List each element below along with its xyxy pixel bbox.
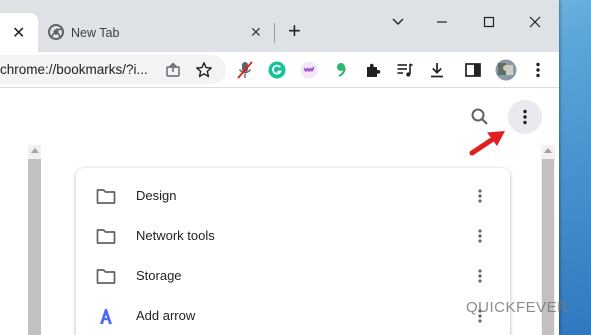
bookmark-label: Network tools [136, 228, 215, 243]
media-controls-button[interactable] [394, 59, 416, 81]
microphone-muted-icon [237, 61, 253, 79]
toolbar: chrome://bookmarks/?i... [0, 52, 559, 88]
tab-active[interactable]: ✕ [0, 13, 38, 52]
tab-search-button[interactable] [386, 10, 410, 34]
mute-extension-button[interactable] [234, 59, 256, 81]
kebab-menu-icon [536, 62, 540, 78]
star-icon [196, 62, 212, 78]
folder-icon [96, 229, 116, 244]
chevron-down-icon [392, 18, 404, 25]
download-icon [431, 63, 443, 78]
close-tab-icon[interactable]: ✕ [250, 24, 262, 41]
kebab-menu-icon [478, 269, 482, 283]
purple-extension-icon [300, 61, 318, 79]
folder-icon [96, 189, 116, 204]
bookmark-item-storage[interactable]: Storage [76, 256, 510, 296]
close-tab-icon[interactable]: ✕ [12, 23, 25, 43]
purple-extension-button[interactable] [298, 59, 320, 81]
scrollbar-thumb[interactable] [28, 159, 41, 335]
minimize-button[interactable] [430, 10, 454, 34]
profile-button[interactable] [494, 58, 518, 82]
share-icon [166, 62, 180, 77]
organize-menu-button[interactable] [508, 100, 542, 134]
browser-window: ✕ New Tab ✕ + chrome://bookmarks/?i... D… [0, 0, 559, 335]
grammarly-extension-button[interactable] [266, 59, 288, 81]
new-tab-button[interactable]: + [288, 20, 301, 42]
tab-separator [274, 23, 275, 43]
kebab-menu-icon [478, 189, 482, 203]
side-panel-icon [465, 63, 481, 77]
left-scrollbar[interactable] [28, 145, 41, 335]
playlist-music-icon [397, 63, 413, 77]
tab-title: New Tab [71, 26, 120, 40]
quote-extension-button[interactable] [330, 59, 352, 81]
scroll-up-arrow-icon[interactable] [31, 148, 39, 153]
bookmark-item-design[interactable]: Design [76, 176, 510, 216]
maximize-icon [483, 16, 495, 28]
folder-icon [96, 269, 116, 284]
avatar [495, 59, 517, 81]
tab-new-tab[interactable]: New Tab ✕ [38, 13, 274, 52]
bookmark-label: Design [136, 188, 177, 203]
item-more-button[interactable] [470, 226, 490, 246]
item-more-button[interactable] [470, 186, 490, 206]
minimize-icon [437, 21, 447, 23]
scroll-up-arrow-icon[interactable] [544, 148, 552, 153]
bookmark-list: Design Network tools Storage Add arrow [76, 168, 510, 335]
bookmark-star-button[interactable] [193, 59, 215, 81]
chrome-menu-button[interactable] [527, 59, 549, 81]
kebab-menu-icon [523, 109, 527, 125]
item-more-button[interactable] [470, 266, 490, 286]
extensions-button[interactable] [362, 59, 384, 81]
red-arrow-annotation [469, 131, 505, 156]
close-window-button[interactable] [523, 10, 547, 34]
maximize-button[interactable] [477, 10, 501, 34]
chrome-icon [48, 24, 64, 40]
side-panel-button[interactable] [462, 59, 484, 81]
bookmarks-page: Design Network tools Storage Add arrow [0, 88, 559, 335]
downloads-button[interactable] [426, 59, 448, 81]
add-arrow-favicon-icon [100, 309, 112, 324]
watermark-text: QUICKFEVER [466, 299, 569, 316]
kebab-menu-icon [478, 229, 482, 243]
bookmark-item-network-tools[interactable]: Network tools [76, 216, 510, 256]
tab-strip: ✕ New Tab ✕ + [0, 0, 559, 52]
share-button[interactable] [162, 59, 184, 81]
bookmark-item-add-arrow[interactable]: Add arrow [76, 296, 510, 335]
bookmark-label: Storage [136, 268, 182, 283]
bookmark-label: Add arrow [136, 308, 196, 323]
puzzle-icon [367, 63, 381, 77]
close-icon [529, 16, 541, 28]
grammarly-icon [268, 61, 286, 79]
quote-icon [337, 63, 346, 77]
address-bar-url[interactable]: chrome://bookmarks/?i... [0, 62, 148, 77]
